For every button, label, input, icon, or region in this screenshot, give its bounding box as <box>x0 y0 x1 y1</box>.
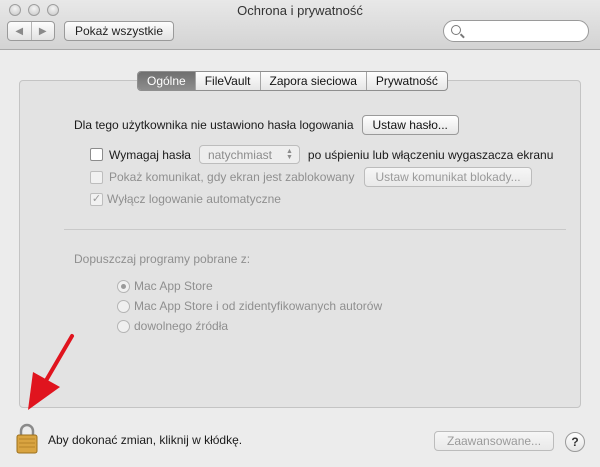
radio-button[interactable] <box>117 279 130 293</box>
lock-message-label: Pokaż komunikat, gdy ekran jest zablokow… <box>109 170 355 184</box>
radio-option-anywhere[interactable]: dowolnego źródła <box>117 319 228 333</box>
disable-autologin-checkbox[interactable]: ✓ <box>90 192 103 206</box>
popup-arrows-icon: ▲ ▼ <box>285 147 293 161</box>
require-password-suffix: po uśpieniu lub włączeniu wygaszacza ekr… <box>307 147 554 162</box>
downloads-heading: Dopuszczaj programy pobrane z: <box>74 252 251 266</box>
advanced-row: Zaawansowane... <box>434 431 555 451</box>
require-password-delay-popup[interactable]: natychmiast ▲ ▼ <box>198 145 300 164</box>
radio-button[interactable] <box>117 299 130 313</box>
no-password-text: Dla tego użytkownika nie ustawiono hasła… <box>74 118 354 132</box>
set-lock-message-button[interactable]: Ustaw komunikat blokady... <box>364 167 532 187</box>
back-forward-control: ◀ ▶ <box>7 21 55 41</box>
radio-option-app-store[interactable]: Mac App Store <box>117 279 213 293</box>
password-row: Dla tego użytkownika nie ustawiono hasła… <box>74 115 459 135</box>
section-divider <box>64 229 566 230</box>
titlebar: Ochrona i prywatność ◀ ▶ Pokaż wszystkie <box>0 0 600 50</box>
radio-option-identified[interactable]: Mac App Store i od zidentyfikowanych aut… <box>117 299 382 313</box>
radio-label: Mac App Store <box>134 279 213 293</box>
advanced-button[interactable]: Zaawansowane... <box>434 431 555 451</box>
show-all-button[interactable]: Pokaż wszystkie <box>64 21 175 41</box>
lock-hint-text: Aby dokonać zmian, kliknij w kłódkę. <box>48 433 243 447</box>
search-icon <box>451 25 461 35</box>
require-password-label: Wymagaj hasła <box>109 147 191 162</box>
back-icon[interactable]: ◀ <box>8 22 31 40</box>
disable-autologin-row: ✓ Wyłącz logowanie automatyczne <box>90 192 281 206</box>
require-password-checkbox[interactable] <box>90 148 103 161</box>
set-password-button[interactable]: Ustaw hasło... <box>361 115 459 135</box>
help-button[interactable]: ? <box>565 432 585 452</box>
radio-label: Mac App Store i od zidentyfikowanych aut… <box>134 299 383 313</box>
radio-button[interactable] <box>117 319 130 333</box>
forward-icon[interactable]: ▶ <box>30 22 55 40</box>
tab-firewall[interactable]: Zapora sieciowa <box>259 72 366 90</box>
delay-popup-value: natychmiast <box>207 147 272 162</box>
disable-autologin-label: Wyłącz logowanie automatyczne <box>107 192 281 206</box>
preferences-window: Ochrona i prywatność ◀ ▶ Pokaż wszystkie… <box>0 0 600 467</box>
tab-bar: Ogólne FileVault Zapora sieciowa Prywatn… <box>137 71 448 91</box>
lock-icon[interactable] <box>15 422 39 454</box>
tab-general[interactable]: Ogólne <box>138 72 195 90</box>
require-password-row: Wymagaj hasła natychmiast ▲ ▼ po uśpieniu… <box>90 145 553 164</box>
lock-message-row: Pokaż komunikat, gdy ekran jest zablokow… <box>90 167 532 187</box>
lock-message-checkbox[interactable] <box>90 170 103 184</box>
radio-label: dowolnego źródła <box>134 319 229 333</box>
window-title: Ochrona i prywatność <box>237 3 363 18</box>
tab-privacy[interactable]: Prywatność <box>365 72 447 90</box>
tab-filevault[interactable]: FileVault <box>194 72 260 90</box>
search-field[interactable] <box>443 20 589 42</box>
